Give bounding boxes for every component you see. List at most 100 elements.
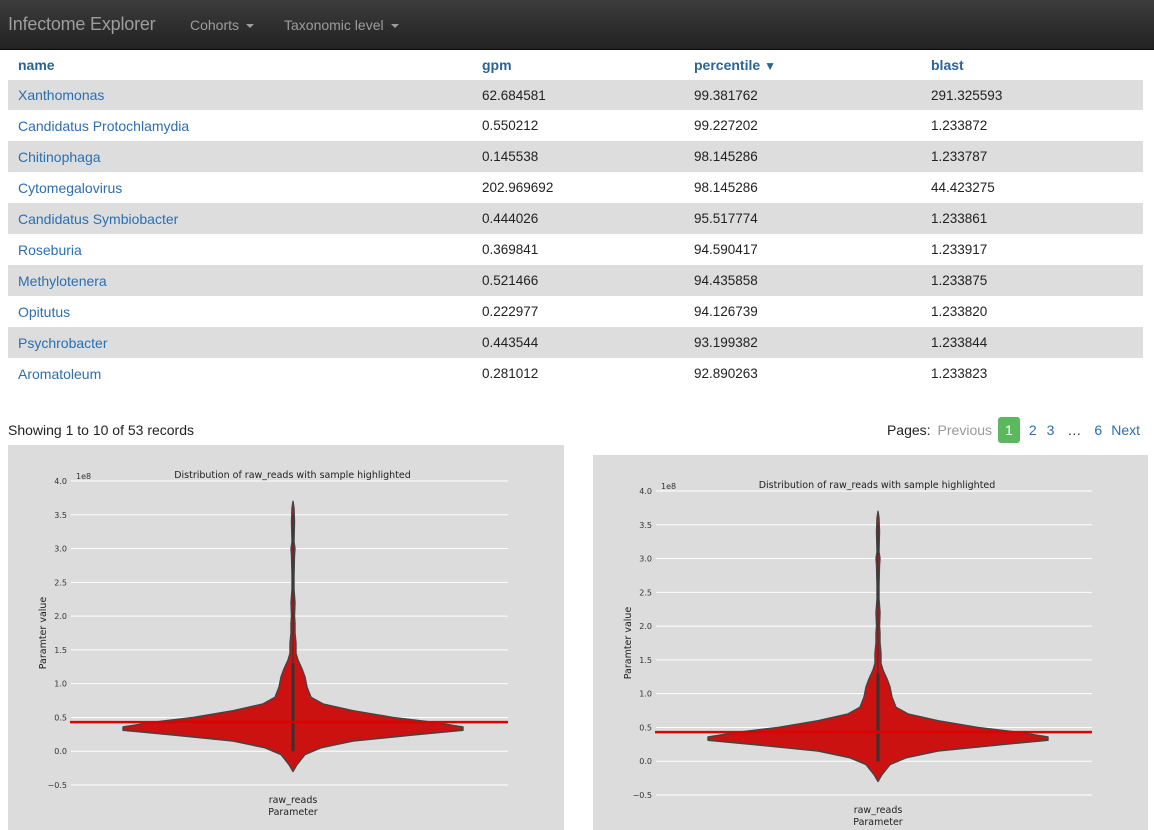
y-tick-label: 4.0: [639, 487, 652, 496]
cell-gpm: 0.521466: [472, 265, 684, 296]
y-axis-label: Paramter value: [38, 597, 49, 670]
cell-blast: 1.233875: [921, 265, 1143, 296]
y-tick-label: 3.0: [639, 555, 652, 564]
table-row: Aromatoleum 0.281012 92.890263 1.233823: [8, 358, 1143, 389]
violin-chart: 4.0 3.5 3.0 2.5 2.0 1.5 1.0 0.5 0.0 −0.5 1e8 Distri…: [38, 470, 508, 818]
navbar: Infectome Explorer Cohorts Taxonomic lev…: [0, 0, 1154, 50]
taxon-link[interactable]: Candidatus Symbiobacter: [18, 211, 178, 227]
table-row: Candidatus Symbiobacter 0.444026 95.517774…: [8, 203, 1143, 234]
y-tick-label: 1.0: [639, 690, 652, 699]
y-tick-label: 2.0: [54, 612, 67, 621]
y-scale-label: 1e8: [76, 472, 91, 481]
chevron-down-icon: [390, 24, 399, 29]
cell-blast: 1.233861: [921, 203, 1143, 234]
taxon-link[interactable]: Candidatus Protochlamydia: [18, 118, 189, 134]
x-category-label: raw_reads: [854, 805, 903, 816]
cell-name: Opitutus: [8, 296, 472, 327]
cell-name: Cytomegalovirus: [8, 172, 472, 203]
chart-title: Distribution of raw_reads with sample hi…: [174, 470, 411, 481]
cell-blast: 1.233820: [931, 304, 988, 319]
pagination-ellipsis: …: [1067, 422, 1082, 438]
next-page-button[interactable]: Next: [1111, 422, 1140, 438]
page-6-button[interactable]: 6: [1089, 422, 1107, 438]
table-row: Xanthomonas 62.684581 99.381762 291.325593: [8, 79, 1143, 110]
cell-percentile: 92.890263: [694, 366, 758, 381]
cell-gpm: 0.443544: [472, 327, 684, 358]
y-tick-label: 1.0: [54, 680, 67, 689]
cell-gpm: 0.281012: [482, 366, 539, 381]
cell-gpm: 0.145538: [472, 141, 684, 172]
column-header-name[interactable]: name: [8, 51, 472, 80]
cell-blast: 1.233872: [931, 118, 988, 133]
taxon-link[interactable]: Aromatoleum: [18, 366, 101, 382]
records-table: name gpm percentile ▼ blast Xanthomonas 62…: [8, 51, 1143, 389]
column-header-percentile-label: percentile: [694, 56, 761, 73]
table-row: Cytomegalovirus 202.969692 98.145286 44.423…: [8, 172, 1143, 203]
cell-name: Candidatus Protochlamydia: [8, 110, 472, 141]
taxon-link[interactable]: Opitutus: [18, 304, 70, 320]
x-category-label: raw_reads: [269, 795, 318, 806]
pagination-label: Pages:: [886, 422, 931, 438]
cohorts-menu-label: Cohorts: [190, 17, 240, 33]
cell-percentile: 98.145286: [694, 180, 758, 195]
taxon-link[interactable]: Roseburia: [18, 242, 82, 258]
cell-percentile: 94.435858: [684, 265, 921, 296]
y-tick-label: 2.5: [54, 578, 67, 587]
y-tick-label: 2.0: [639, 622, 652, 631]
cohorts-menu[interactable]: Cohorts: [190, 17, 255, 33]
cell-percentile: 94.126739: [694, 304, 758, 319]
y-tick-label: 3.0: [54, 545, 67, 554]
brand-title[interactable]: Infectome Explorer: [8, 14, 156, 35]
taxonomic-level-menu-label: Taxonomic level: [284, 17, 384, 33]
cell-percentile: 98.145286: [684, 141, 921, 172]
cell-name: Methylotenera: [8, 265, 472, 296]
y-tick-label: 3.5: [639, 521, 652, 530]
cell-gpm: 62.684581: [472, 79, 684, 110]
cell-name: Candidatus Symbiobacter: [8, 203, 472, 234]
taxon-link[interactable]: Chitinophaga: [18, 149, 101, 165]
cell-percentile: 99.227202: [694, 118, 758, 133]
cell-blast: 44.423275: [931, 180, 995, 195]
x-axis-label: Parameter: [268, 807, 318, 818]
page-2-button[interactable]: 2: [1024, 422, 1042, 438]
taxon-link[interactable]: Cytomegalovirus: [18, 180, 122, 196]
column-header-blast[interactable]: blast: [921, 51, 1143, 80]
cell-blast: 1.233787: [921, 141, 1143, 172]
cell-name: Chitinophaga: [8, 141, 472, 172]
cell-percentile: 99.381762: [684, 79, 921, 110]
cell-name: Aromatoleum: [8, 358, 472, 389]
cell-percentile: 94.590417: [694, 242, 758, 257]
chevron-down-icon: [246, 24, 255, 29]
taxon-link[interactable]: Xanthomonas: [18, 87, 104, 103]
cell-name: Roseburia: [8, 234, 472, 265]
x-axis-label: Parameter: [853, 817, 903, 828]
cell-blast: 291.325593: [921, 79, 1143, 110]
cell-name: Psychrobacter: [8, 327, 472, 358]
page-1-button[interactable]: 1: [998, 417, 1020, 443]
table-row: Chitinophaga 0.145538 98.145286 1.233787: [8, 141, 1143, 172]
taxon-link[interactable]: Methylotenera: [18, 273, 107, 289]
table-row: Candidatus Protochlamydia 0.550212 99.2272…: [8, 110, 1143, 141]
cell-gpm: 0.550212: [482, 118, 539, 133]
y-tick-label: 1.5: [639, 656, 652, 665]
y-axis-label: Paramter value: [623, 607, 634, 680]
pagination: Pages: Previous 1 2 3 … 6 Next: [887, 416, 1140, 444]
cell-gpm: 0.369841: [482, 242, 539, 257]
page-3-button[interactable]: 3: [1042, 422, 1060, 438]
column-header-percentile[interactable]: percentile ▼: [684, 51, 921, 80]
y-tick-label: 1.5: [54, 646, 67, 655]
cell-blast: 1.233917: [931, 242, 988, 257]
column-header-gpm[interactable]: gpm: [472, 51, 684, 80]
y-tick-label: −0.5: [48, 781, 67, 790]
violin-plot-left: 4.0 3.5 3.0 2.5 2.0 1.5 1.0 0.5 0.0 −0.5 1e8 Distri…: [8, 445, 564, 830]
taxon-link[interactable]: Psychrobacter: [18, 335, 107, 351]
y-tick-label: 3.5: [54, 511, 67, 520]
table-row: Roseburia 0.369841 94.590417 1.233917: [8, 234, 1143, 265]
table-row: Opitutus 0.222977 94.126739 1.233820: [8, 296, 1143, 327]
previous-page-button[interactable]: Previous: [938, 422, 992, 438]
records-summary: Showing 1 to 10 of 53 records: [8, 422, 195, 438]
y-tick-label: 0.5: [54, 713, 67, 722]
y-tick-label: 2.5: [639, 588, 652, 597]
taxonomic-level-menu[interactable]: Taxonomic level: [284, 17, 399, 33]
chart-title: Distribution of raw_reads with sample hi…: [759, 480, 996, 491]
